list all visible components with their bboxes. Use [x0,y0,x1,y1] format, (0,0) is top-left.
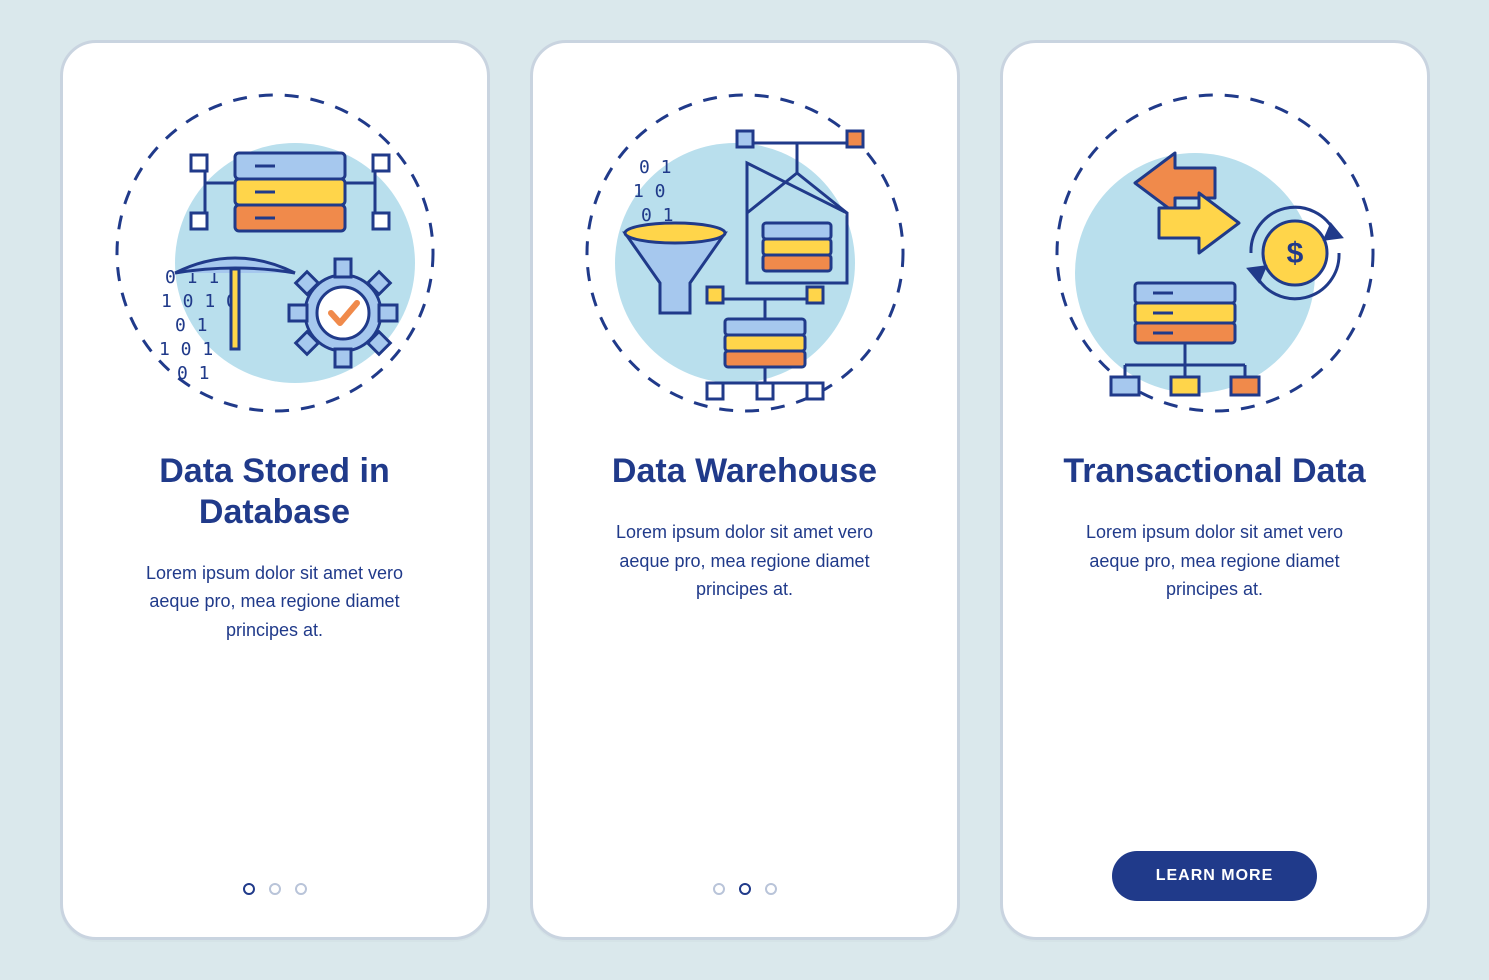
svg-text:0 1: 0 1 [639,157,672,178]
dot-1[interactable] [713,883,725,895]
transactional-illustration-icon: $ [1045,83,1385,423]
svg-text:$: $ [1286,237,1303,270]
svg-text:1 0 1: 1 0 1 [159,339,213,360]
screen-title: Data Warehouse [592,451,897,492]
dot-2[interactable] [739,883,751,895]
onboarding-screen-2: 0 1 1 0 0 1 Data Warehouse Lorem ipsum d… [530,40,960,940]
onboarding-screen-3: $ Transactional Data Lorem ipsum dolor s… [1000,40,1430,940]
dot-2[interactable] [269,883,281,895]
dot-3[interactable] [765,883,777,895]
svg-text:1 0 1 0: 1 0 1 0 [161,291,237,312]
database-illustration-icon: 0 1 1 1 0 1 0 0 1 1 0 1 0 1 [105,83,445,423]
pagination-dots [713,883,777,901]
onboarding-screen-1: 0 1 1 1 0 1 0 0 1 1 0 1 0 1 [60,40,490,940]
screen-title: Data Stored in Database [93,451,457,533]
screen-title: Transactional Data [1043,451,1385,492]
dot-1[interactable] [243,883,255,895]
svg-text:1 0: 1 0 [633,181,666,202]
pagination-dots [243,883,307,901]
screen-description: Lorem ipsum dolor sit amet vero aeque pr… [563,518,927,604]
svg-text:0 1: 0 1 [177,363,210,384]
screen-description: Lorem ipsum dolor sit amet vero aeque pr… [93,559,457,645]
warehouse-illustration-icon: 0 1 1 0 0 1 [575,83,915,423]
screen-description: Lorem ipsum dolor sit amet vero aeque pr… [1033,518,1397,604]
svg-text:0 1: 0 1 [175,315,208,336]
learn-more-button[interactable]: LEARN MORE [1112,851,1318,901]
dot-3[interactable] [295,883,307,895]
